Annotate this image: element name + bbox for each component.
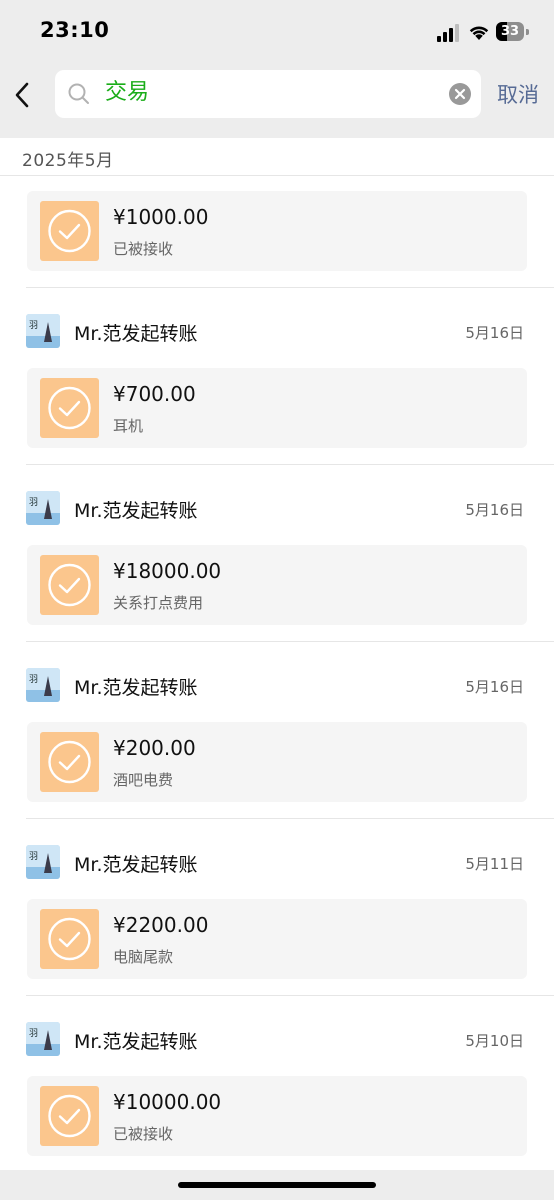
sender-avatar[interactable]: 羽 bbox=[26, 491, 60, 525]
transfer-card[interactable]: ¥1000.00 已被接收 bbox=[27, 191, 527, 271]
sender-title: Mr.范发起转账 bbox=[74, 1031, 198, 1053]
divider bbox=[26, 995, 554, 996]
svg-text:羽: 羽 bbox=[29, 1028, 38, 1039]
transfer-date: 5月10日 bbox=[465, 1032, 524, 1050]
transfer-note: 耳机 bbox=[113, 417, 144, 435]
battery-cap bbox=[526, 29, 529, 35]
search-input[interactable] bbox=[105, 78, 425, 108]
sender-title: Mr.范发起转账 bbox=[74, 323, 198, 345]
transfer-amount: ¥700.00 bbox=[113, 382, 196, 406]
transfer-received-icon bbox=[40, 378, 99, 438]
transfer-card[interactable]: ¥2200.00 电脑尾款 bbox=[27, 899, 527, 979]
divider bbox=[26, 464, 554, 465]
divider bbox=[0, 175, 554, 176]
svg-text:羽: 羽 bbox=[29, 674, 38, 685]
transfer-note: 已被接收 bbox=[113, 240, 174, 258]
cancel-button[interactable]: 取消 bbox=[497, 79, 539, 109]
transfer-card[interactable]: ¥200.00 酒吧电费 bbox=[27, 722, 527, 802]
search-box[interactable] bbox=[55, 70, 481, 118]
sender-avatar[interactable]: 羽 bbox=[26, 1022, 60, 1056]
sender-avatar[interactable]: 羽 bbox=[26, 668, 60, 702]
transfer-note: 电脑尾款 bbox=[113, 948, 174, 966]
transfer-card[interactable]: ¥18000.00 关系打点费用 bbox=[27, 545, 527, 625]
wifi-icon bbox=[469, 26, 489, 40]
transfer-received-icon bbox=[40, 732, 99, 792]
transfer-received-icon bbox=[40, 1086, 99, 1146]
transfer-amount: ¥2200.00 bbox=[113, 913, 209, 937]
svg-text:羽: 羽 bbox=[29, 851, 38, 862]
battery-icon: 33 bbox=[496, 22, 524, 41]
transfer-received-icon bbox=[40, 555, 99, 615]
status-time: 23:10 bbox=[40, 18, 110, 42]
sender-title: Mr.范发起转账 bbox=[74, 677, 198, 699]
status-bar: 23:10 33 bbox=[0, 0, 554, 62]
home-indicator[interactable] bbox=[178, 1182, 376, 1188]
search-icon bbox=[68, 83, 89, 104]
transfer-card[interactable]: ¥10000.00 已被接收 bbox=[27, 1076, 527, 1156]
divider bbox=[26, 818, 554, 819]
transfer-received-icon bbox=[40, 201, 99, 261]
divider bbox=[26, 641, 554, 642]
search-header: 取消 bbox=[0, 62, 554, 138]
sender-avatar[interactable]: 羽 bbox=[26, 314, 60, 348]
transfer-amount: ¥1000.00 bbox=[113, 205, 209, 229]
sender-avatar[interactable]: 羽 bbox=[26, 845, 60, 879]
cellular-signal-icon bbox=[437, 24, 459, 42]
back-button[interactable] bbox=[8, 78, 38, 112]
transfer-card[interactable]: ¥700.00 耳机 bbox=[27, 368, 527, 448]
month-header: 2025年5月 bbox=[22, 151, 114, 171]
transfer-received-icon bbox=[40, 909, 99, 969]
svg-text:羽: 羽 bbox=[29, 320, 38, 331]
svg-text:羽: 羽 bbox=[29, 497, 38, 508]
clear-search-button[interactable] bbox=[449, 83, 471, 105]
transfer-date: 5月11日 bbox=[465, 855, 524, 873]
transfer-amount: ¥200.00 bbox=[113, 736, 196, 760]
transfer-date: 5月16日 bbox=[465, 678, 524, 696]
divider bbox=[26, 287, 554, 288]
transfer-date: 5月16日 bbox=[465, 501, 524, 519]
sender-title: Mr.范发起转账 bbox=[74, 854, 198, 876]
transfer-note: 酒吧电费 bbox=[113, 771, 174, 789]
transfer-amount: ¥10000.00 bbox=[113, 1090, 222, 1114]
transfer-date: 5月16日 bbox=[465, 324, 524, 342]
transfer-note: 已被接收 bbox=[113, 1125, 174, 1143]
transfer-amount: ¥18000.00 bbox=[113, 559, 222, 583]
transfer-note: 关系打点费用 bbox=[113, 594, 204, 612]
clear-icon bbox=[454, 88, 466, 100]
sender-title: Mr.范发起转账 bbox=[74, 500, 198, 522]
battery-level: 33 bbox=[500, 24, 520, 39]
